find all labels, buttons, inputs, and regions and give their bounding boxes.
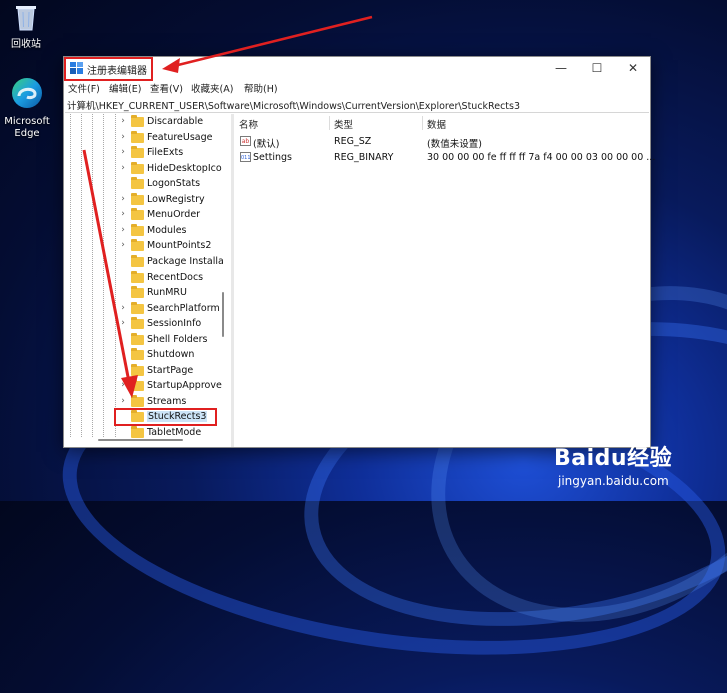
annotation-arrowhead-title — [162, 58, 180, 73]
watermark-logo: Baidu经验 — [554, 446, 673, 471]
watermark-url: jingyan.baidu.com — [558, 474, 669, 488]
annotation-arrowhead-tree — [121, 375, 138, 398]
annotation-arrows — [82, 15, 373, 398]
annotation-arrow-title — [173, 15, 373, 68]
baidu-jingyan-watermark: Baidu经验 jingyan.baidu.com — [554, 440, 724, 498]
annotation-arrow-tree — [82, 149, 131, 383]
